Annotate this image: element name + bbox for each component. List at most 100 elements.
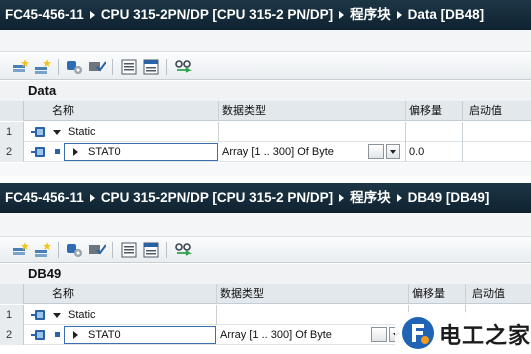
column-divider [405, 142, 406, 162]
row-name[interactable]: STAT0 [88, 325, 208, 345]
row-offset: 0.0 [409, 146, 425, 158]
block-title: Data [0, 81, 531, 101]
column-divider [405, 101, 406, 121]
column-divider [465, 284, 466, 304]
breadcrumb-block[interactable]: DB49 [DB49] [408, 190, 490, 205]
breadcrumb-project[interactable]: FC45-456-11 [5, 190, 84, 205]
row-name[interactable]: Static [68, 122, 208, 142]
interface-icon [31, 310, 45, 320]
breadcrumb-separator-icon [89, 10, 95, 19]
breadcrumb-separator-icon [89, 193, 95, 202]
editor-toolbar [0, 237, 531, 263]
breadcrumb-separator-icon [339, 193, 345, 202]
element-bullet-icon [55, 332, 60, 337]
breadcrumb-project[interactable]: FC45-456-11 [5, 7, 84, 22]
interface-icon [31, 330, 45, 340]
toolbar-separator [58, 242, 59, 258]
toolbar-separator [166, 59, 167, 75]
table-empty-area [0, 163, 531, 176]
watermark-logo-icon [402, 317, 434, 349]
editor-spacer [0, 213, 531, 237]
row-number[interactable]: 2 [0, 142, 24, 162]
column-divider [218, 101, 219, 121]
row-number[interactable]: 1 [0, 305, 24, 325]
toolbar-separator [112, 59, 113, 75]
insert-row-icon[interactable] [12, 58, 30, 76]
row-number[interactable]: 2 [0, 325, 24, 345]
row-number-header [0, 284, 24, 304]
block-title: DB49 [0, 264, 531, 284]
watermark-text: 电工之家 [439, 324, 531, 349]
row-offset [409, 122, 459, 142]
column-divider [462, 142, 463, 162]
row-data-type[interactable]: Array [1 .. 300] Of Byte [220, 325, 360, 345]
breadcrumb-block[interactable]: Data [DB48] [408, 7, 485, 22]
snapshot-icon[interactable] [88, 58, 106, 76]
breadcrumb: FC45-456-11 CPU 315-2PN/DP [CPU 315-2 PN/… [0, 0, 531, 30]
add-row-icon[interactable] [34, 241, 52, 259]
column-header-start-value[interactable]: 启动值 [472, 284, 530, 304]
table-header: 名称 数据类型 偏移量 启动值 [0, 101, 531, 121]
db-editor-panel-data: FC45-456-11 CPU 315-2PN/DP [CPU 315-2 PN/… [0, 0, 531, 176]
table-header: 名称 数据类型 偏移量 启动值 [0, 284, 531, 304]
data-type-list-icon[interactable] [368, 144, 384, 159]
collapse-all-icon[interactable] [142, 241, 160, 259]
expand-all-icon[interactable] [120, 241, 138, 259]
compare-icon[interactable] [174, 241, 192, 259]
data-type-list-icon[interactable] [371, 327, 387, 342]
table-row[interactable]: 2 STAT0 Array [1 .. 300] Of Byte 0.0 [0, 142, 531, 162]
editor-spacer [0, 30, 531, 52]
column-divider [462, 122, 463, 142]
toolbar-separator [112, 242, 113, 258]
interface-icon [31, 127, 45, 137]
column-divider [462, 101, 463, 121]
column-divider [216, 305, 217, 325]
breadcrumb-separator-icon [339, 10, 345, 19]
dropdown-arrow-icon[interactable] [386, 144, 400, 159]
add-row-icon[interactable] [34, 58, 52, 76]
row-data-type[interactable] [222, 122, 362, 142]
column-header-start-value[interactable]: 启动值 [469, 101, 529, 121]
breadcrumb-cpu[interactable]: CPU 315-2PN/DP [CPU 315-2 PN/DP] [101, 190, 333, 205]
online-monitor-icon[interactable] [66, 241, 84, 259]
toolbar-separator [58, 59, 59, 75]
snapshot-icon[interactable] [88, 241, 106, 259]
expand-arrow-icon[interactable] [73, 331, 78, 339]
toolbar-separator [166, 242, 167, 258]
editor-toolbar [0, 54, 531, 80]
element-bullet-icon [55, 149, 60, 154]
column-header-data-type[interactable]: 数据类型 [222, 101, 402, 121]
row-data-type[interactable] [220, 305, 360, 325]
site-watermark: 电工之家 [395, 312, 531, 354]
row-number-header [0, 101, 24, 121]
column-divider [408, 284, 409, 304]
interface-icon [31, 147, 45, 157]
row-data-type[interactable]: Array [1 .. 300] Of Byte [222, 142, 362, 162]
breadcrumb: FC45-456-11 CPU 315-2PN/DP [CPU 315-2 PN/… [0, 183, 531, 213]
expand-all-icon[interactable] [120, 58, 138, 76]
column-header-offset[interactable]: 偏移量 [409, 101, 459, 121]
column-header-data-type[interactable]: 数据类型 [220, 284, 400, 304]
compare-icon[interactable] [174, 58, 192, 76]
collapse-arrow-icon[interactable] [53, 313, 61, 318]
column-divider [405, 122, 406, 142]
row-number[interactable]: 1 [0, 122, 24, 142]
column-divider [216, 284, 217, 304]
breadcrumb-separator-icon [396, 10, 402, 19]
table-row[interactable]: 1 Static [0, 122, 531, 142]
breadcrumb-cpu[interactable]: CPU 315-2PN/DP [CPU 315-2 PN/DP] [101, 7, 333, 22]
online-monitor-icon[interactable] [66, 58, 84, 76]
collapse-arrow-icon[interactable] [53, 130, 61, 135]
breadcrumb-program-blocks[interactable]: 程序块 [350, 7, 391, 22]
column-divider [218, 122, 219, 142]
expand-arrow-icon[interactable] [73, 148, 78, 156]
column-header-name[interactable]: 名称 [52, 101, 212, 121]
breadcrumb-program-blocks[interactable]: 程序块 [350, 190, 391, 205]
row-name[interactable]: Static [68, 305, 208, 325]
breadcrumb-separator-icon [396, 193, 402, 202]
row-name[interactable]: STAT0 [88, 142, 208, 162]
column-header-offset[interactable]: 偏移量 [412, 284, 462, 304]
column-header-name[interactable]: 名称 [52, 284, 212, 304]
insert-row-icon[interactable] [12, 241, 30, 259]
collapse-all-icon[interactable] [142, 58, 160, 76]
